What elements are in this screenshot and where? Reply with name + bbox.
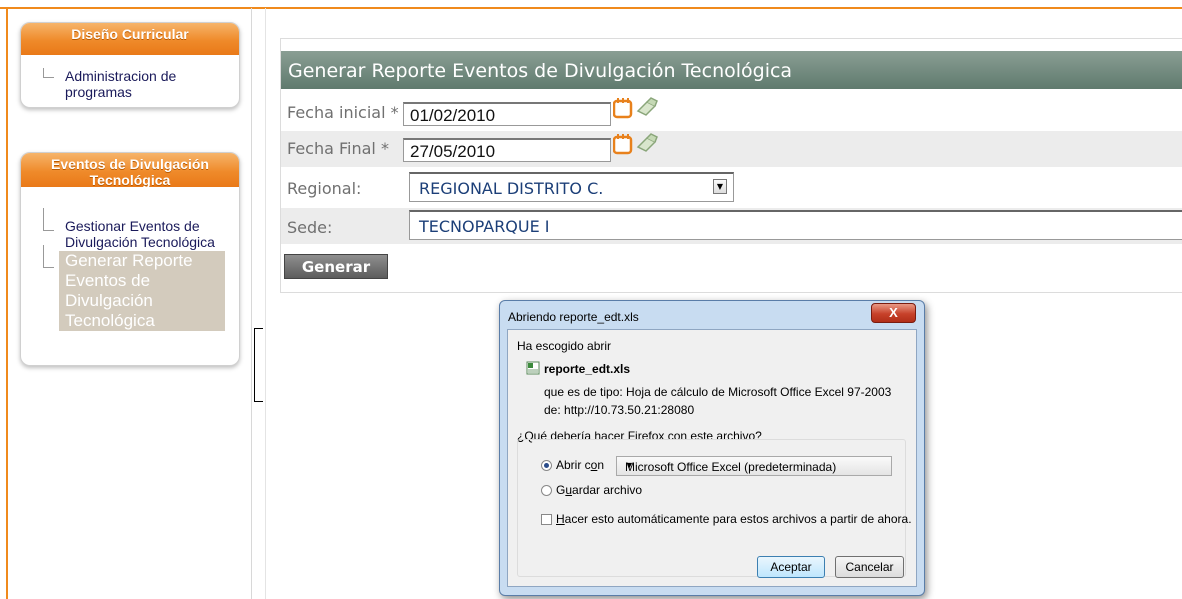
open-with-label[interactable]: Abrir con [556, 458, 604, 472]
auto-action-label[interactable]: Hacer esto automáticamente para estos ar… [556, 512, 912, 526]
eraser-icon[interactable] [635, 97, 659, 117]
calendar-icon[interactable] [613, 97, 637, 119]
menu-box-diseno: Diseño Curricular Administracion de prog… [20, 22, 240, 108]
tree-connector [43, 208, 54, 231]
download-dialog: Abriendo reporte_edt.xls X Ha escogido a… [499, 300, 925, 596]
tree-connector [43, 68, 54, 78]
form-title: Generar Reporte Eventos de Divulgación T… [288, 60, 793, 82]
menu-box-eventos: Eventos de Divulgación Tecnológica Gesti… [20, 152, 240, 366]
left-orange-border [6, 8, 8, 599]
excel-file-icon [526, 361, 540, 375]
focus-bracket [254, 328, 263, 402]
sede-label: Sede: [287, 218, 333, 237]
save-file-radio[interactable] [541, 485, 552, 496]
column-divider [251, 8, 252, 599]
fecha-final-label: Fecha Final * [287, 139, 389, 158]
fecha-inicial-input[interactable]: 01/02/2010 [403, 102, 611, 126]
menu-header-eventos: Eventos de Divulgación Tecnológica [21, 153, 239, 187]
column-divider-2 [265, 8, 266, 599]
dialog-intro: Ha escogido abrir [517, 339, 612, 353]
menu-header-diseno: Diseño Curricular [21, 23, 239, 55]
row-fecha-final: Fecha Final * 27/05/2010 [281, 131, 1182, 167]
open-with-radio[interactable] [541, 460, 552, 471]
chevron-down-icon[interactable]: ▼ [713, 179, 727, 194]
accept-button[interactable]: Aceptar [757, 556, 825, 578]
row-sede: Sede: TECNOPARQUE I [281, 208, 1182, 244]
sidebar-item-label: Gestionar Eventos de Divulgación Tecnoló… [65, 218, 215, 250]
sede-selected-value: TECNOPARQUE I [419, 217, 550, 236]
regional-selected-value: REGIONAL DISTRITO C. [419, 179, 604, 198]
dialog-file-type: que es de tipo: Hoja de cálculo de Micro… [544, 385, 892, 399]
regional-select[interactable]: REGIONAL DISTRITO C. ▼ [409, 172, 734, 202]
fecha-final-input[interactable]: 27/05/2010 [403, 138, 611, 162]
generar-button[interactable]: Generar [284, 254, 388, 279]
open-with-app-select[interactable]: Microsoft Office Excel (predeterminada) … [616, 456, 892, 476]
regional-label: Regional: [287, 179, 362, 198]
dialog-filename: reporte_edt.xls [544, 362, 631, 376]
dialog-title: Abriendo reporte_edt.xls [508, 310, 639, 324]
dialog-body: Ha escogido abrir reporte_edt.xls que es… [507, 329, 917, 587]
chevron-down-icon: ▼ [625, 460, 634, 470]
row-regional: Regional: REGIONAL DISTRITO C. ▼ [281, 170, 1182, 206]
row-fecha-inicial: Fecha inicial * 01/02/2010 [281, 95, 1182, 131]
sidebar-item-administracion[interactable]: Administracion de programas [21, 68, 239, 100]
sidebar-item-generar-wrap: Generar Reporte Eventos de Divulgación T… [21, 245, 239, 331]
sede-select[interactable]: TECNOPARQUE I [409, 210, 1182, 240]
cancel-button[interactable]: Cancelar [835, 556, 904, 578]
fecha-inicial-label: Fecha inicial * [287, 103, 399, 122]
sidebar-item-label: Administracion de programas [65, 68, 177, 100]
form-title-bar: Generar Reporte Eventos de Divulgación T… [281, 51, 1182, 89]
tree-connector [43, 245, 54, 268]
dialog-file-source: de: http://10.73.50.21:28080 [544, 403, 695, 417]
sidebar-item-generar-reporte[interactable]: Generar Reporte Eventos de Divulgación T… [59, 251, 225, 331]
auto-action-checkbox[interactable] [541, 514, 552, 525]
top-orange-border [0, 7, 1182, 9]
save-file-label[interactable]: Guardar archivo [556, 483, 642, 497]
calendar-icon[interactable] [613, 133, 637, 155]
eraser-icon[interactable] [635, 133, 659, 153]
close-icon[interactable]: X [871, 303, 916, 323]
